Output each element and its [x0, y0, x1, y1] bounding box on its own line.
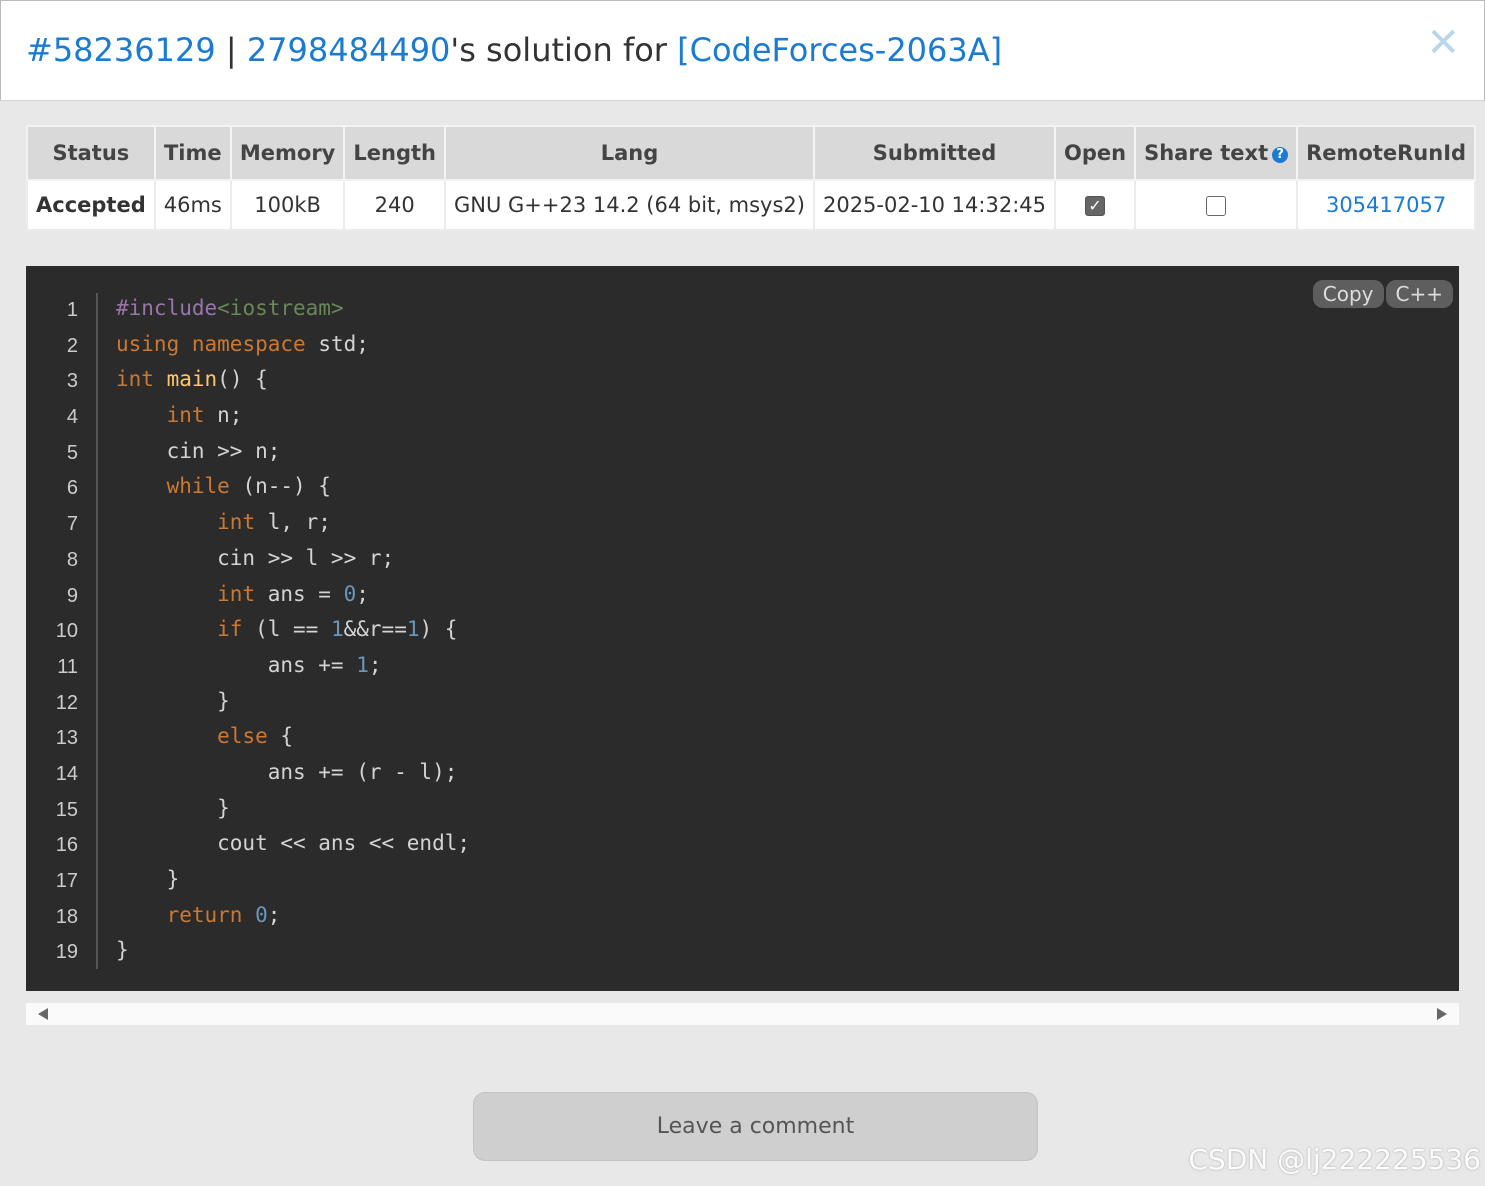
scroll-right-icon[interactable]: [1437, 1008, 1447, 1020]
code-line: int l, r;: [217, 510, 331, 535]
line-number: 7: [66, 513, 78, 536]
line-number: 14: [55, 762, 78, 785]
code-line: cin >> n;: [116, 438, 281, 463]
help-icon[interactable]: ?: [1272, 147, 1289, 163]
code-line: cout << ans << endl;: [116, 831, 471, 856]
horizontal-scrollbar[interactable]: [26, 1003, 1459, 1025]
line-number: 16: [55, 834, 78, 857]
code-line: if (l == 1&&r==1) {: [217, 617, 458, 642]
code-viewer: Copy C++ 1 2 3 4 5 6 7 8 9 10 11 12 13 1…: [26, 266, 1459, 991]
line-number: 19: [55, 941, 78, 964]
code-line: else {: [217, 724, 294, 749]
header-share-text: Share text?: [1134, 125, 1299, 181]
close-icon[interactable]: ✕: [1426, 23, 1460, 63]
line-number: 4: [66, 406, 78, 429]
code-line: cin >> l >> r;: [116, 545, 395, 570]
header-status: Status: [26, 125, 156, 181]
submitted-cell: 2025-02-10 14:32:45: [812, 179, 1057, 231]
code-toolbar: Copy C++: [1312, 280, 1453, 308]
line-number: 10: [55, 620, 78, 643]
page-title: #58236129 | 2798484490's solution for [C…: [26, 31, 1002, 69]
header-length: Length: [343, 125, 446, 181]
code-line: ans += 1;: [116, 652, 382, 677]
line-number: 9: [66, 584, 78, 607]
line-number: 5: [66, 441, 78, 464]
code-line: int main() {: [116, 367, 268, 392]
length-cell: 240: [343, 179, 446, 231]
leave-comment-button[interactable]: Leave a comment: [473, 1092, 1038, 1161]
language-button[interactable]: C++: [1385, 280, 1453, 308]
line-number: 13: [55, 727, 78, 750]
code-line: }: [116, 938, 129, 963]
line-number-gutter: 1 2 3 4 5 6 7 8 9 10 11 12 13 14 15 16 1…: [26, 293, 98, 969]
open-cell: ✓: [1054, 179, 1137, 231]
header-lang: Lang: [443, 125, 815, 181]
line-number: 2: [66, 334, 78, 357]
modal-header: #58236129 | 2798484490's solution for [C…: [0, 0, 1485, 101]
title-separator: |: [215, 31, 247, 69]
line-number: 11: [57, 655, 78, 678]
run-id-link[interactable]: #58236129: [26, 31, 216, 69]
header-share-text-label: Share text: [1144, 141, 1269, 165]
code-line: int ans = 0;: [217, 581, 369, 606]
header-submitted: Submitted: [812, 125, 1057, 181]
code-line: }: [116, 795, 230, 820]
line-number: 12: [55, 691, 78, 714]
remote-run-id-cell: 305417057: [1296, 179, 1477, 231]
problem-link[interactable]: [CodeForces-2063A]: [677, 31, 1002, 69]
status-cell: Accepted: [26, 179, 156, 231]
title-mid-text: 's solution for: [450, 31, 678, 69]
line-number: 6: [66, 477, 78, 500]
table-header-row: Status Time Memory Length Lang Submitted…: [26, 125, 1477, 181]
code-line: ans += (r - l);: [116, 759, 458, 784]
line-number: 8: [66, 548, 78, 571]
code-line: using namespace std;: [116, 331, 369, 356]
header-memory: Memory: [229, 125, 346, 181]
code-line: }: [116, 867, 180, 891]
header-remote-run-id: RemoteRunId: [1296, 125, 1477, 181]
memory-cell: 100kB: [229, 179, 346, 231]
line-number: 15: [55, 798, 78, 821]
lang-cell: GNU G++23 14.2 (64 bit, msys2): [443, 179, 815, 231]
watermark: CSDN @lj222225536: [1188, 1143, 1481, 1176]
table-row: Accepted 46ms 100kB 240 GNU G++23 14.2 (…: [26, 179, 1477, 231]
code-line: }: [116, 688, 230, 713]
time-cell: 46ms: [153, 179, 232, 231]
code-content[interactable]: #include<iostream> using namespace std; in…: [116, 291, 470, 969]
line-number: 18: [55, 905, 78, 928]
header-time: Time: [153, 125, 232, 181]
submission-info-table: Status Time Memory Length Lang Submitted…: [26, 125, 1477, 231]
line-number: 17: [55, 870, 78, 892]
scroll-left-icon[interactable]: [38, 1008, 48, 1020]
line-number: 3: [66, 370, 78, 393]
open-checkbox[interactable]: ✓: [1085, 196, 1106, 216]
header-open: Open: [1054, 125, 1137, 181]
code-line: #include<iostream>: [116, 296, 344, 320]
copy-button[interactable]: Copy: [1312, 280, 1384, 308]
line-number: 1: [66, 299, 78, 321]
share-checkbox[interactable]: [1206, 196, 1227, 216]
user-link[interactable]: 2798484490: [247, 31, 451, 69]
code-line: while (n--) {: [166, 474, 331, 499]
remote-run-id-link[interactable]: 305417057: [1326, 193, 1446, 217]
code-line: int n;: [166, 403, 243, 428]
share-cell: [1134, 179, 1299, 231]
code-line: return 0;: [166, 902, 281, 927]
